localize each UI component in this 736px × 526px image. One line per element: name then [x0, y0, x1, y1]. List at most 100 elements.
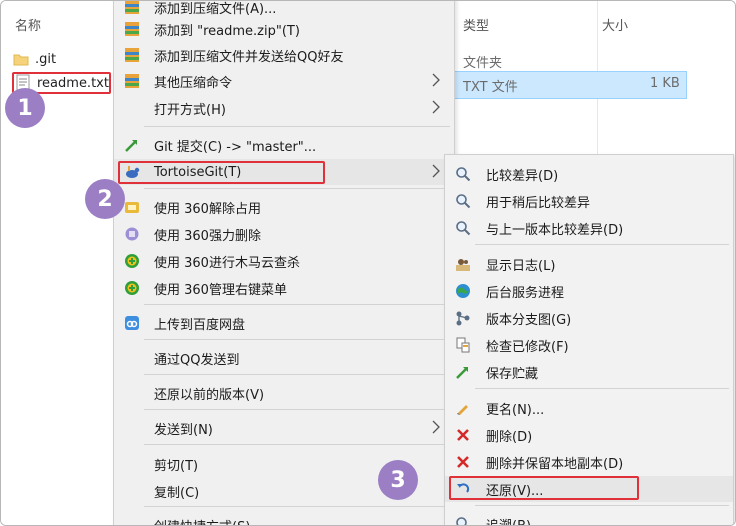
menu-item-label: 使用 360强力删除 [154, 228, 261, 244]
menu-item-360-unlock[interactable]: 使用 360解除占用 [114, 194, 454, 220]
tortoisegit-submenu: 比较差异(D) 用于稍后比较差异 与上一版本比较差异(D) 显示日志(L) 后台… [444, 154, 734, 526]
annotation-box-revert [449, 476, 639, 500]
menu-item-add-zip[interactable]: 添加到 "readme.zip"(T) [114, 16, 454, 42]
menu-item-label: 比较差异(D) [486, 168, 559, 184]
shred-icon [125, 227, 139, 241]
step-badge-3: 3 [378, 460, 418, 500]
menu-item-label: 打开方式(H) [154, 102, 226, 118]
menu-item-label: 与上一版本比较差异(D) [486, 222, 624, 238]
menu-item-label: 更名(N)... [486, 402, 545, 418]
revision-graph-icon [456, 311, 470, 326]
menu-separator [475, 388, 729, 389]
stash-icon [456, 367, 468, 379]
menu-separator [144, 304, 450, 305]
submenu-item-rename[interactable]: 更名(N)... [445, 395, 733, 421]
menu-item-label: 发送到(N) [154, 422, 213, 438]
submenu-item-diff-prev[interactable]: 与上一版本比较差异(D) [445, 215, 733, 241]
log-icon [456, 259, 470, 271]
menu-item-label: 删除并保留本地副本(D) [486, 456, 624, 472]
diff-icon [456, 167, 471, 182]
column-header-size[interactable]: 大小 [602, 15, 628, 34]
menu-item-label: 剪切(T) [154, 458, 199, 474]
baidu-cloud-icon [125, 316, 139, 330]
menu-item-360-shred[interactable]: 使用 360强力删除 [114, 221, 454, 247]
archive-icon [125, 22, 139, 36]
file-name: .git [35, 51, 57, 67]
check-modified-icon [456, 337, 470, 353]
column-header-type[interactable]: 类型 [463, 15, 489, 34]
menu-item-label: 显示日志(L) [486, 258, 556, 274]
file-type: 文件夹 [463, 56, 503, 71]
menu-item-send-to[interactable]: 发送到(N) [114, 415, 454, 441]
menu-item-label: 追溯(B)... [486, 518, 544, 526]
unlock-icon [125, 202, 139, 213]
daemon-icon [456, 284, 470, 298]
annotation-box-tortoisegit [118, 161, 325, 184]
menu-separator [144, 339, 450, 340]
menu-separator [144, 444, 450, 445]
menu-item-open-with[interactable]: 打开方式(H) [114, 95, 454, 121]
diff-prev-icon [456, 221, 471, 236]
menu-separator [144, 188, 450, 189]
blame-icon [456, 517, 467, 525]
menu-item-send-qq[interactable]: 通过QQ发送到 [114, 345, 454, 371]
menu-item-360-manage[interactable]: 使用 360管理右键菜单 [114, 275, 454, 301]
submenu-item-diff-later[interactable]: 用于稍后比较差异 [445, 188, 733, 214]
screenshot-frame: 名称 类型 大小 .git readme.txt 文件夹 TXT 文件 1 KB [0, 0, 736, 526]
menu-item-label: 复制(C) [154, 485, 200, 501]
submenu-item-show-log[interactable]: 显示日志(L) [445, 251, 733, 277]
context-menu: 添加到压缩文件(A)... 添加到 "readme.zip"(T) 添加到压缩文… [113, 1, 455, 526]
menu-item-label: Git 提交(C) -> "master"... [154, 139, 317, 155]
menu-item-label: 使用 360进行木马云查杀 [154, 255, 300, 271]
step-badge-1: 1 [5, 88, 45, 128]
delete-keep-icon [457, 456, 469, 468]
menu-item-360-scan[interactable]: 使用 360进行木马云查杀 [114, 248, 454, 274]
git-commit-icon [125, 140, 137, 152]
column-header-name[interactable]: 名称 [15, 15, 41, 34]
delete-icon [457, 429, 469, 441]
menu-item-restore-previous[interactable]: 还原以前的版本(V) [114, 380, 454, 406]
submenu-item-delete[interactable]: 删除(D) [445, 422, 733, 448]
menu-item-create-shortcut[interactable]: 创建快捷方式(S) [114, 512, 454, 526]
menu-separator [475, 244, 729, 245]
archive-icon [125, 48, 139, 62]
menu-item-label: 创建快捷方式(S) [154, 516, 250, 526]
chevron-right-icon [432, 164, 440, 178]
folder-icon [13, 54, 29, 66]
menu-separator [144, 374, 450, 375]
menu-item-label: 添加到压缩文件并发送给QQ好友 [154, 49, 344, 65]
menu-item-label: 检查已修改(F) [486, 339, 569, 355]
submenu-item-delete-keep-local[interactable]: 删除并保留本地副本(D) [445, 449, 733, 475]
chevron-right-icon [432, 420, 440, 434]
menu-item-label: 删除(D) [486, 429, 533, 445]
submenu-item-revision-graph[interactable]: 版本分支图(G) [445, 305, 733, 331]
diff-later-icon [456, 194, 471, 209]
menu-item-label: 版本分支图(G) [486, 312, 572, 328]
menu-separator [144, 409, 450, 410]
submenu-item-blame[interactable]: 追溯(B)... [445, 511, 733, 526]
submenu-item-diff[interactable]: 比较差异(D) [445, 161, 733, 187]
menu-item-label: 其他压缩命令 [154, 75, 233, 91]
menu-separator [144, 506, 450, 507]
menu-item-baidu-upload[interactable]: 上传到百度网盘 [114, 310, 454, 336]
menu-separator [475, 505, 729, 506]
menu-item-other-archive[interactable]: 其他压缩命令 [114, 68, 454, 94]
360-scan-icon [125, 254, 139, 268]
chevron-right-icon [432, 100, 440, 114]
menu-item-git-commit[interactable]: Git 提交(C) -> "master"... [114, 132, 454, 158]
menu-item-label: 添加到 "readme.zip"(T) [154, 23, 300, 39]
file-row-git[interactable]: .git [13, 49, 56, 69]
file-size: 1 KB [650, 76, 680, 91]
submenu-item-check-modified[interactable]: 检查已修改(F) [445, 332, 733, 358]
menu-item-label: 添加到压缩文件(A)... [154, 1, 277, 17]
submenu-item-daemon[interactable]: 后台服务进程 [445, 278, 733, 304]
menu-item-label: 上传到百度网盘 [154, 317, 246, 333]
menu-item-label: 还原以前的版本(V) [154, 387, 265, 403]
archive-icon [125, 74, 139, 88]
360-manage-icon [125, 281, 139, 295]
menu-item-add-archive-qq[interactable]: 添加到压缩文件并发送给QQ好友 [114, 42, 454, 68]
menu-item-label: 保存贮藏 [486, 366, 539, 382]
file-type: TXT 文件 [463, 80, 518, 95]
submenu-item-stash[interactable]: 保存贮藏 [445, 359, 733, 385]
menu-item-label: 通过QQ发送到 [154, 352, 240, 368]
